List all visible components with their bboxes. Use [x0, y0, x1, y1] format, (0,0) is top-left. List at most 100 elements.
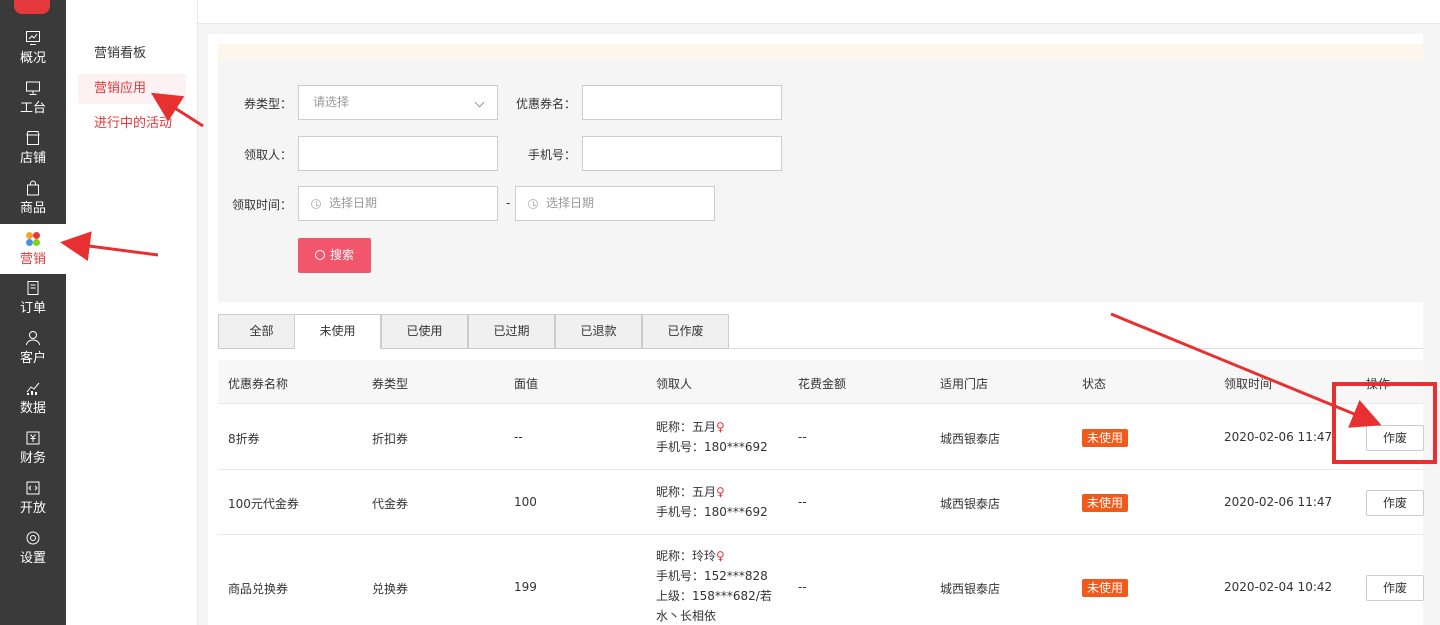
nav-item-open[interactable]: 开放	[0, 480, 66, 530]
coupon-value: --	[514, 430, 523, 444]
marketing-icon	[26, 232, 40, 246]
coupon-type-select[interactable]: 请选择	[298, 85, 498, 120]
void-button[interactable]: 作废	[1366, 575, 1424, 601]
start-date-picker[interactable]: 选择日期	[298, 186, 498, 221]
nav-item-overview[interactable]: 概况	[0, 30, 66, 80]
receive-time: 2020-02-06 11:47	[1224, 495, 1333, 509]
main-nav: 概况 工台 店铺 商品 营销 订单 客户 数据 财务 开放 设置	[0, 0, 66, 625]
store-name: 城西银泰店	[940, 497, 1001, 511]
sub-menu: 营销看板 营销应用 进行中的活动	[66, 0, 198, 625]
table-row: 商品兑换券 兑换券 199 昵称：玲玲♀ 手机号：152***828 上级：15…	[218, 535, 1424, 625]
nav-label: 概况	[19, 51, 46, 66]
receiver-info: 昵称：五月♀ 手机号：180***692	[656, 482, 768, 522]
col-value: 面值	[514, 377, 539, 391]
annotation-highlight-box	[1332, 382, 1437, 464]
tab-unused[interactable]: 未使用	[294, 314, 381, 349]
coupon-type-label: 券类型：	[243, 97, 292, 111]
status-badge: 未使用	[1082, 579, 1129, 597]
nav-label: 开放	[19, 501, 46, 516]
table-row: 100元代金券 代金券 100 昵称：五月♀ 手机号：180***692 -- …	[218, 470, 1424, 535]
clock-icon	[311, 199, 321, 209]
tab-refunded[interactable]: 已退款	[555, 314, 642, 349]
col-status: 状态	[1082, 377, 1107, 391]
receive-time: 2020-02-06 11:47	[1224, 430, 1333, 444]
nav-label: 财务	[19, 451, 46, 466]
user-icon	[26, 331, 40, 346]
order-icon	[27, 281, 39, 295]
coupon-value: 199	[514, 580, 537, 594]
nav-item-finance[interactable]: 财务	[0, 430, 66, 480]
end-date-picker[interactable]: 选择日期	[515, 186, 715, 221]
nav-item-settings[interactable]: 设置	[0, 530, 66, 580]
nav-item-store[interactable]: 店铺	[0, 130, 66, 180]
nav-label: 设置	[19, 551, 46, 566]
desktop-icon	[26, 81, 40, 95]
receiver-nickname: 昵称：玲玲	[656, 549, 717, 563]
receiver-nickname: 昵称：五月	[656, 485, 717, 499]
submenu-item-dashboard[interactable]: 营销看板	[78, 39, 186, 69]
search-button-label: 搜索	[329, 248, 354, 262]
receiver-phone: 手机号：180***692	[656, 440, 768, 454]
table-row: 8折券 折扣券 -- 昵称：五月♀ 手机号：180***692 -- 城西银泰店…	[218, 405, 1424, 470]
nav-item-marketing[interactable]: 营销	[0, 224, 66, 274]
col-receiver: 领取人	[656, 377, 693, 391]
tab-voided[interactable]: 已作废	[642, 314, 729, 349]
store-name: 城西银泰店	[940, 582, 1001, 596]
nav-item-workbench[interactable]: 工台	[0, 80, 66, 130]
receiver-label: 领取人：	[243, 148, 292, 162]
receiver-nickname: 昵称：五月	[656, 420, 717, 434]
female-icon: ♀	[716, 420, 725, 434]
coupon-type: 兑换券	[372, 582, 409, 596]
nav-label: 客户	[19, 351, 46, 366]
search-icon	[314, 250, 325, 260]
submenu-item-active-campaigns[interactable]: 进行中的活动	[78, 109, 186, 139]
tab-used[interactable]: 已使用	[381, 314, 468, 349]
nav-item-order[interactable]: 订单	[0, 280, 66, 330]
table-header: 优惠券名称 券类型 面值 领取人 花费金额 适用门店 状态 领取时间 操作	[218, 360, 1423, 404]
submenu-item-apps[interactable]: 营销应用	[78, 74, 186, 104]
receiver-info: 昵称：玲玲♀ 手机号：152***828 上级：158***682/若 水丶长相…	[656, 546, 772, 625]
top-bar	[198, 0, 1440, 24]
tab-all[interactable]: 全部	[218, 314, 305, 349]
nav-label: 店铺	[19, 151, 46, 166]
coupon-name-input[interactable]	[582, 85, 782, 120]
receive-time-label: 领取时间：	[231, 198, 292, 212]
bag-icon	[27, 180, 39, 196]
nav-item-goods[interactable]: 商品	[0, 180, 66, 230]
col-coupon-type: 券类型	[372, 377, 409, 391]
search-button[interactable]: 搜索	[298, 238, 371, 273]
col-time: 领取时间	[1224, 377, 1273, 391]
nav-item-customer[interactable]: 客户	[0, 330, 66, 380]
col-cost: 花费金额	[798, 377, 847, 391]
phone-input[interactable]	[582, 136, 782, 171]
finance-icon	[26, 431, 40, 445]
coupon-type: 折扣券	[372, 432, 409, 446]
receiver-info: 昵称：五月♀ 手机号：180***692	[656, 417, 768, 457]
chart-icon	[26, 382, 40, 395]
code-icon	[26, 481, 40, 495]
clock-icon	[528, 199, 538, 209]
receiver-phone: 手机号：180***692	[656, 505, 768, 519]
coupon-type-placeholder: 请选择	[313, 95, 350, 109]
nav-label: 营销	[19, 252, 46, 267]
dashboard-icon	[26, 31, 40, 45]
nav-label: 商品	[19, 201, 46, 216]
nav-item-data[interactable]: 数据	[0, 380, 66, 430]
cost-amount: --	[798, 430, 807, 444]
notice-bar	[218, 44, 1423, 60]
void-button[interactable]: 作废	[1366, 490, 1424, 516]
coupon-value: 100	[514, 495, 537, 509]
app-logo	[14, 0, 50, 14]
tab-expired[interactable]: 已过期	[468, 314, 555, 349]
date-separator: -	[506, 196, 511, 210]
cost-amount: --	[798, 580, 807, 594]
receiver-superior: 上级：158***682/若	[656, 589, 772, 603]
receive-time: 2020-02-04 10:42	[1224, 580, 1333, 594]
coupon-name: 8折券	[228, 432, 260, 446]
coupon-type: 代金券	[372, 497, 409, 511]
receiver-phone: 手机号：152***828	[656, 569, 768, 583]
female-icon: ♀	[716, 485, 725, 499]
receiver-input[interactable]	[298, 136, 498, 171]
start-date-placeholder: 选择日期	[329, 196, 378, 210]
store-name: 城西银泰店	[940, 432, 1001, 446]
